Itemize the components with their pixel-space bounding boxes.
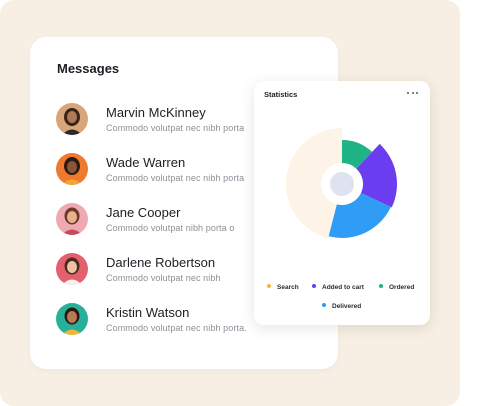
avatar <box>56 253 88 285</box>
legend-item-search: Search <box>267 284 299 291</box>
messages-title: Messages <box>57 61 120 76</box>
legend-dot <box>322 303 326 307</box>
legend-item-added-to-cart: Added to cart <box>312 284 364 291</box>
statistics-title: Statistics <box>264 90 298 99</box>
legend-item-ordered: Ordered <box>379 284 414 291</box>
avatar <box>56 303 88 335</box>
legend-dot <box>379 284 383 288</box>
avatar <box>56 153 88 185</box>
page: Messages Marvin McKinney Commodo volutpa… <box>0 0 490 406</box>
legend-label: Ordered <box>389 284 415 291</box>
legend-dot <box>312 284 316 288</box>
legend-label: Added to cart <box>322 284 364 291</box>
legend-label: Delivered <box>332 303 362 310</box>
legend-dot <box>267 284 271 288</box>
statistics-card: Statistics Search Added to cart Ordered … <box>254 81 430 325</box>
message-sender-name: Wade Warren <box>106 155 186 170</box>
message-preview: Commodo volutpat nec nibh porta <box>106 123 245 133</box>
message-preview: Commodo volutpat nec nibh porta. <box>106 323 247 333</box>
statistics-donut-chart <box>286 128 397 239</box>
avatar <box>56 103 88 135</box>
message-preview: Commodo volutpat nec nibh <box>106 273 221 283</box>
message-sender-name: Darlene Robertson <box>106 255 216 270</box>
message-preview: Commodo volutpat nibh porta o <box>106 223 235 233</box>
legend-item-delivered: Delivered <box>322 303 361 310</box>
legend-label: Search <box>277 284 299 291</box>
message-sender-name: Kristin Watson <box>106 305 190 320</box>
message-preview: Commodo volutpat nec nibh porta <box>106 173 245 183</box>
donut-center <box>330 172 354 196</box>
message-sender-name: Jane Cooper <box>106 205 181 220</box>
avatar <box>56 203 88 235</box>
more-horizontal-icon[interactable] <box>406 88 420 98</box>
message-sender-name: Marvin McKinney <box>106 105 206 120</box>
